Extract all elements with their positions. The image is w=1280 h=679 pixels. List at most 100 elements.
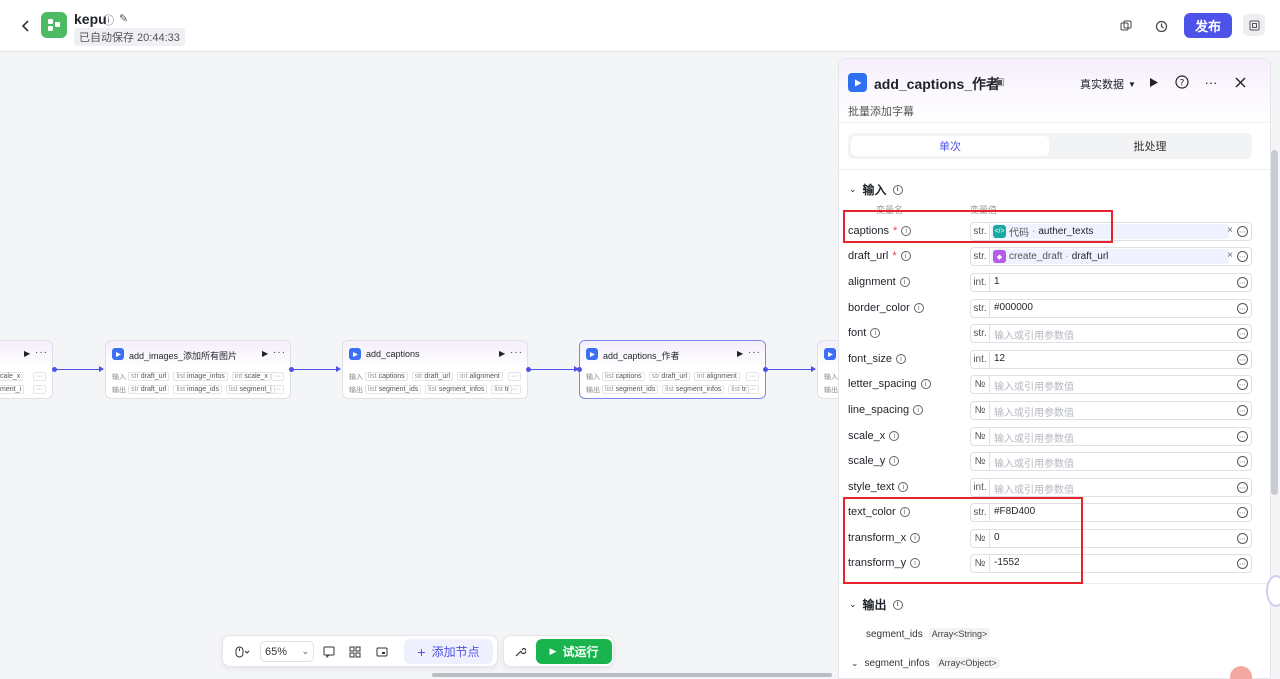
- param-input-draft-url[interactable]: str. ◆ create_draft · draft_url × ⋯: [970, 247, 1252, 266]
- required-marker: *: [892, 250, 897, 262]
- node-output-chip: list segment_infos: [662, 385, 725, 394]
- info-icon[interactable]: i: [920, 379, 931, 389]
- port-dot[interactable]: [526, 367, 531, 372]
- assistant-bubble[interactable]: [1266, 575, 1280, 607]
- more-chips: ···: [746, 385, 759, 394]
- reference-picker-icon[interactable]: ⋯: [1237, 431, 1248, 442]
- node-output-label: 输出: [586, 386, 600, 394]
- info-icon[interactable]: i: [900, 251, 911, 261]
- param-input-border-color[interactable]: str. #000000 ⋯: [970, 299, 1252, 318]
- help-icon[interactable]: ?: [1174, 74, 1190, 90]
- reference-picker-icon[interactable]: ⋯: [1237, 405, 1248, 416]
- output-section-header[interactable]: ⌄ 输出 i: [849, 596, 903, 613]
- port-dot[interactable]: [52, 367, 57, 372]
- output-row[interactable]: ⌄ segment_infos Array<Object>: [851, 657, 1000, 669]
- play-icon[interactable]: ▶: [499, 349, 505, 358]
- comment-icon[interactable]: [320, 643, 338, 661]
- more-icon[interactable]: ···: [510, 347, 523, 358]
- type-badge: №: [971, 402, 990, 419]
- param-input-scale-x[interactable]: № 输入或引用参数值 ⋯: [970, 427, 1252, 446]
- variable-reference[interactable]: ◆ create_draft · draft_url: [991, 249, 1229, 264]
- chip-label: segment_ids: [378, 386, 419, 393]
- info-icon[interactable]: i: [892, 599, 903, 610]
- reference-picker-icon[interactable]: ⋯: [1237, 251, 1248, 262]
- port-dot[interactable]: [289, 367, 294, 372]
- more-icon[interactable]: ···: [1203, 74, 1219, 90]
- param-input-scale-y[interactable]: № 输入或引用参数值 ⋯: [970, 452, 1252, 471]
- node-output-chip: list segment_i: [225, 385, 275, 394]
- node-output-chip: list segment_ids: [602, 385, 659, 394]
- zoom-select[interactable]: 65% ⌄: [260, 641, 314, 662]
- reference-picker-icon[interactable]: ⋯: [1237, 533, 1248, 544]
- param-input-font[interactable]: str. 输入或引用参数值 ⋯: [970, 324, 1252, 343]
- info-icon[interactable]: i: [892, 184, 903, 195]
- param-input-font-size[interactable]: int. 12 ⋯: [970, 350, 1252, 369]
- run-node-icon[interactable]: [1146, 74, 1162, 90]
- wrench-icon[interactable]: [511, 643, 529, 661]
- chip-label: draft_url: [661, 373, 688, 380]
- port-dot[interactable]: [577, 367, 582, 372]
- param-input-letter-spacing[interactable]: № 输入或引用参数值 ⋯: [970, 375, 1252, 394]
- workflow-node[interactable]: ▶ ··· cale_x ··· ment_i ···: [0, 340, 53, 399]
- api-icon[interactable]: ▣: [995, 77, 1004, 88]
- input-section-header[interactable]: ⌄ 输入 i: [849, 181, 903, 198]
- reference-picker-icon[interactable]: ⋯: [1237, 303, 1248, 314]
- param-input-alignment[interactable]: int. 1 ⋯: [970, 273, 1252, 292]
- info-icon[interactable]: i: [898, 482, 909, 492]
- info-icon[interactable]: i: [899, 277, 910, 287]
- reference-picker-icon[interactable]: ⋯: [1237, 456, 1248, 467]
- info-icon[interactable]: i: [896, 354, 907, 364]
- more-icon[interactable]: ···: [35, 347, 48, 358]
- info-icon[interactable]: ⓘ: [103, 12, 114, 28]
- clear-icon[interactable]: ×: [1227, 225, 1233, 236]
- reference-picker-icon[interactable]: ⋯: [1237, 558, 1248, 569]
- info-icon[interactable]: i: [913, 303, 924, 313]
- node-input-chip: int scale_x: [231, 372, 271, 381]
- play-icon[interactable]: ▶: [262, 349, 268, 358]
- play-icon[interactable]: ▶: [737, 349, 743, 358]
- info-icon[interactable]: i: [870, 328, 881, 338]
- more-icon[interactable]: ···: [748, 347, 761, 358]
- play-icon[interactable]: ▶: [24, 349, 30, 358]
- param-input-style-text[interactable]: int. 输入或引用参数值 ⋯: [970, 478, 1252, 497]
- minimap-icon[interactable]: [373, 643, 391, 661]
- reference-picker-icon[interactable]: ⋯: [1237, 277, 1248, 288]
- clear-icon[interactable]: ×: [1227, 250, 1233, 261]
- reference-picker-icon[interactable]: ⋯: [1237, 226, 1248, 237]
- more-chips: ···: [508, 385, 521, 394]
- info-icon[interactable]: i: [913, 405, 924, 415]
- reference-picker-icon[interactable]: ⋯: [1237, 379, 1248, 390]
- info-icon[interactable]: i: [889, 456, 900, 466]
- data-source-select[interactable]: 真实数据 ▼: [1080, 76, 1136, 92]
- port-dot[interactable]: [763, 367, 768, 372]
- workflow-node-add-captions-author[interactable]: add_captions_作者 ▶ ··· 输入 list captions st…: [579, 340, 766, 399]
- reference-picker-icon[interactable]: ⋯: [1237, 328, 1248, 339]
- tab-batch[interactable]: 批处理: [1051, 136, 1249, 156]
- grid-icon[interactable]: [346, 643, 364, 661]
- node-input-chip: int alignment: [457, 372, 503, 381]
- copy-icon[interactable]: [1117, 17, 1135, 35]
- reference-picker-icon[interactable]: ⋯: [1237, 482, 1248, 493]
- layout-icon[interactable]: [1243, 14, 1265, 36]
- back-arrow-icon[interactable]: [16, 16, 36, 36]
- tab-single[interactable]: 单次: [851, 136, 1049, 156]
- reference-picker-icon[interactable]: ⋯: [1237, 507, 1248, 518]
- test-run-button[interactable]: ▶ 试运行: [536, 639, 612, 664]
- workflow-node-add-images[interactable]: add_images_添加所有图片 ▶ ··· 输入 str draft_url …: [105, 340, 291, 399]
- more-icon[interactable]: ···: [273, 347, 286, 358]
- publish-button[interactable]: 发布: [1184, 13, 1232, 38]
- history-icon[interactable]: [1152, 17, 1170, 35]
- add-node-button[interactable]: + 添加节点: [404, 639, 493, 664]
- panel-scrollbar[interactable]: [1271, 150, 1278, 495]
- close-icon[interactable]: [1232, 74, 1248, 90]
- panel-title: add_captions_作者: [874, 76, 1001, 92]
- play-icon: ▶: [549, 646, 557, 656]
- info-icon[interactable]: i: [889, 431, 900, 441]
- edit-icon[interactable]: ✎: [119, 12, 128, 28]
- param-placeholder: 输入或引用参数值: [994, 459, 1074, 470]
- horizontal-scrollbar[interactable]: [432, 673, 832, 677]
- param-input-line-spacing[interactable]: № 输入或引用参数值 ⋯: [970, 401, 1252, 420]
- mouse-mode-icon[interactable]: [231, 643, 255, 661]
- reference-picker-icon[interactable]: ⋯: [1237, 354, 1248, 365]
- workflow-node-add-captions[interactable]: add_captions ▶ ··· 输入 list captions str dr…: [342, 340, 528, 399]
